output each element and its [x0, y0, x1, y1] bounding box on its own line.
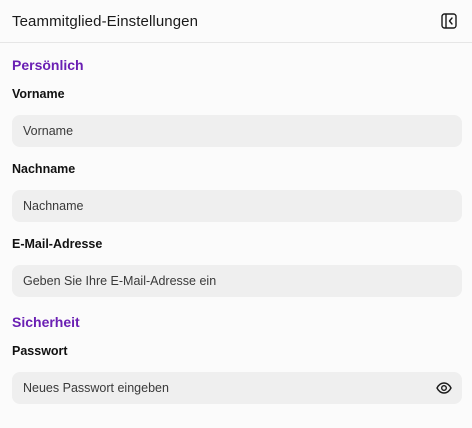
password-label: Passwort: [12, 344, 68, 358]
email-field-wrapper: [12, 265, 462, 297]
first-name-label: Vorname: [12, 87, 65, 101]
collapse-panel-button[interactable]: [441, 13, 457, 29]
last-name-input[interactable]: [12, 190, 462, 222]
password-input[interactable]: [12, 372, 462, 404]
first-name-field-wrapper: [12, 115, 462, 147]
eye-icon: [436, 382, 452, 394]
settings-form: Persönlich Vorname Nachname E-Mail-Adres…: [0, 58, 472, 404]
last-name-label: Nachname: [12, 162, 76, 176]
toggle-password-visibility-button[interactable]: [436, 381, 452, 395]
last-name-field-wrapper: [12, 190, 462, 222]
email-input[interactable]: [12, 265, 462, 297]
section-title-security: Sicherheit: [12, 314, 80, 330]
panel-collapse-icon: [441, 13, 457, 29]
email-label: E-Mail-Adresse: [12, 237, 103, 251]
panel-header: Teammitglied-Einstellungen: [0, 0, 472, 43]
password-field-wrapper: [12, 372, 462, 404]
first-name-input[interactable]: [12, 115, 462, 147]
section-title-personal: Persönlich: [12, 57, 84, 73]
panel-title: Teammitglied-Einstellungen: [12, 12, 199, 30]
